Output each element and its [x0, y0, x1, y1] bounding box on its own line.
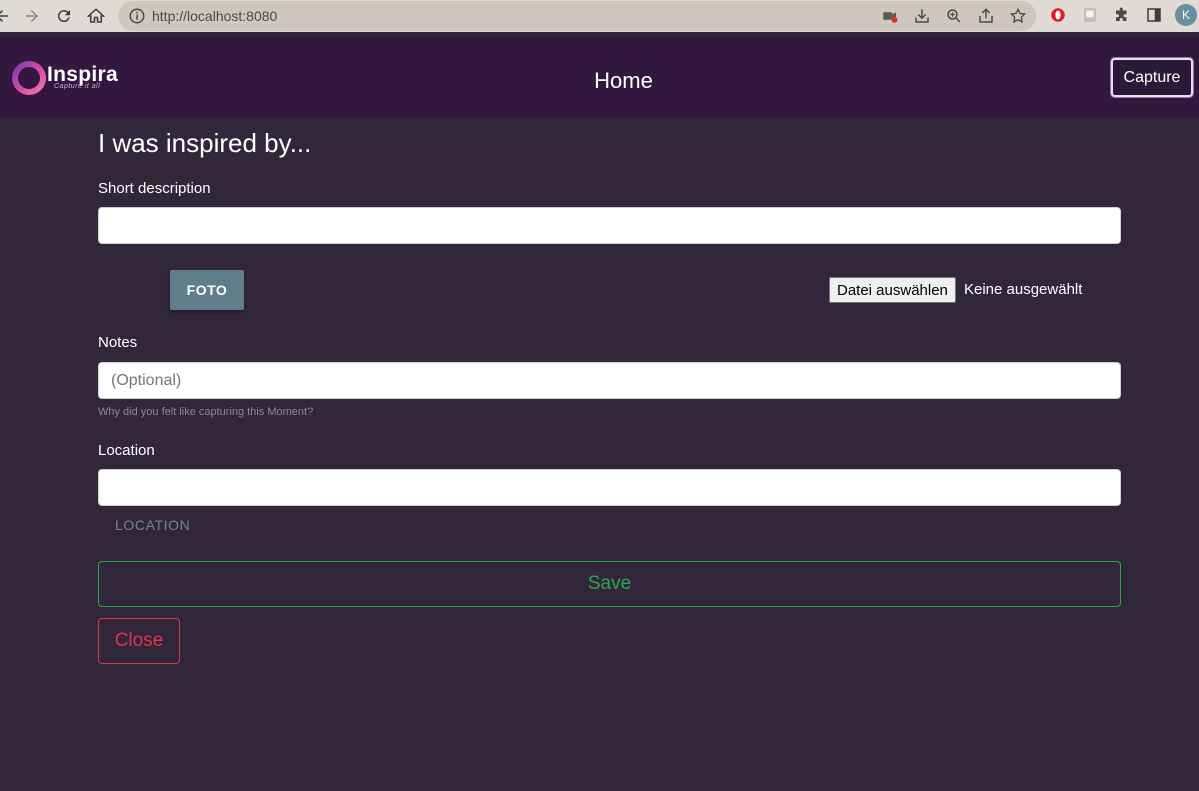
browser-toolbar: http://localhost:8080 K	[0, 0, 1199, 32]
reload-icon[interactable]	[52, 4, 76, 28]
blocked-camera-icon[interactable]	[880, 6, 900, 26]
puzzle-icon[interactable]	[1112, 5, 1132, 25]
location-label: Location	[98, 442, 155, 459]
close-button[interactable]: Close	[98, 618, 180, 664]
capture-button[interactable]: Capture	[1111, 58, 1193, 97]
location-input[interactable]	[98, 469, 1121, 506]
address-bar[interactable]: http://localhost:8080	[118, 1, 1036, 31]
file-status-text: Keine ausgewählt	[964, 281, 1083, 298]
short-description-label: Short description	[98, 180, 211, 197]
form-title: I was inspired by...	[98, 128, 312, 158]
profile-avatar[interactable]: K	[1175, 4, 1197, 26]
foto-button[interactable]: FOTO	[170, 270, 244, 310]
notes-hint: Why did you felt like capturing this Mom…	[98, 406, 314, 418]
home-icon[interactable]	[84, 4, 108, 28]
zoom-icon[interactable]	[944, 6, 964, 26]
choose-file-button[interactable]: Datei auswählen	[829, 277, 956, 303]
location-button[interactable]: LOCATION	[115, 517, 190, 533]
url-text[interactable]: http://localhost:8080	[152, 8, 277, 24]
side-panel-icon[interactable]	[1144, 5, 1164, 25]
bookmark-star-icon[interactable]	[1008, 6, 1028, 26]
opera-extension-icon[interactable]	[1048, 5, 1068, 25]
notes-label: Notes	[98, 334, 138, 351]
short-description-input[interactable]	[98, 207, 1121, 244]
notes-input[interactable]: (Optional)	[98, 362, 1121, 399]
install-icon[interactable]	[912, 6, 932, 26]
share-icon[interactable]	[976, 6, 996, 26]
save-button[interactable]: Save	[98, 561, 1121, 607]
info-icon[interactable]	[128, 7, 146, 25]
forward-icon[interactable]	[20, 4, 44, 28]
back-icon[interactable]	[0, 4, 14, 28]
extension-icon[interactable]	[1080, 5, 1100, 25]
page-title: Home	[594, 68, 653, 93]
